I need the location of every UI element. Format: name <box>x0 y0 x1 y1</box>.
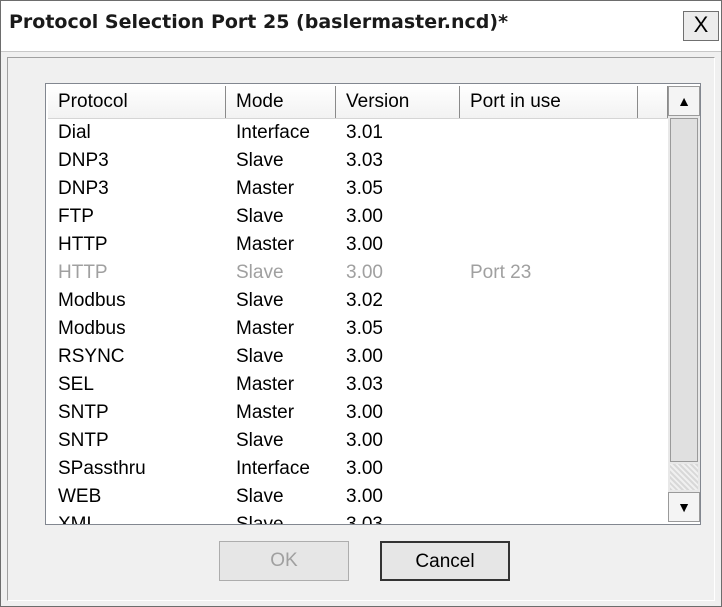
row-port-in-use <box>460 512 638 524</box>
column-header-version[interactable]: Version <box>336 86 460 118</box>
column-header-spacer <box>638 86 668 118</box>
row-mode: Slave <box>236 150 284 171</box>
row-protocol: Dial <box>58 122 91 143</box>
close-icon: X <box>693 12 709 37</box>
list-row[interactable]: HTTP Slave 3.00 Port 23 <box>48 260 668 288</box>
row-version: 3.03 <box>346 150 383 171</box>
row-port-in-use <box>460 176 638 204</box>
column-header-protocol[interactable]: Protocol <box>48 86 226 118</box>
list-rows: Dial Interface 3.01 DNP3 Slave 3.03 DNP3 Master… <box>48 120 668 525</box>
row-port-in-use <box>460 400 638 428</box>
protocol-selection-dialog: Protocol Selection Port 25 (baslermaster… <box>0 0 722 607</box>
row-version: 3.01 <box>346 122 383 143</box>
row-port-in-use <box>460 148 638 176</box>
row-version: 3.00 <box>346 346 383 367</box>
row-version: 3.02 <box>346 290 383 311</box>
row-protocol: WEB <box>58 486 102 507</box>
cancel-button[interactable]: Cancel <box>380 541 510 581</box>
row-port-in-use <box>460 288 638 316</box>
row-protocol: XML <box>58 514 98 525</box>
row-mode: Slave <box>236 430 284 451</box>
row-port-in-use <box>460 372 638 400</box>
row-mode: Slave <box>236 290 284 311</box>
row-mode: Slave <box>236 262 284 283</box>
row-protocol: SNTP <box>58 402 109 423</box>
row-protocol: DNP3 <box>58 178 109 199</box>
scroll-up-button[interactable]: ▲ <box>668 86 700 116</box>
row-version: 3.05 <box>346 178 383 199</box>
close-button[interactable]: X <box>683 11 719 41</box>
row-protocol: SEL <box>58 374 94 395</box>
list-row[interactable]: DNP3 Master 3.05 <box>48 176 668 204</box>
list-row[interactable]: SNTP Slave 3.00 <box>48 428 668 456</box>
list-row[interactable]: RSYNC Slave 3.00 <box>48 344 668 372</box>
list-row[interactable]: SNTP Master 3.00 <box>48 400 668 428</box>
row-version: 3.00 <box>346 206 383 227</box>
list-row[interactable]: FTP Slave 3.00 <box>48 204 668 232</box>
row-mode: Master <box>236 318 295 339</box>
row-port-in-use <box>460 456 638 484</box>
list-row[interactable]: HTTP Master 3.00 <box>48 232 668 260</box>
row-version: 3.00 <box>346 430 383 451</box>
row-protocol: SPassthru <box>58 458 146 479</box>
row-protocol: SNTP <box>58 430 109 451</box>
scroll-up-arrow-icon: ▲ <box>677 93 691 109</box>
row-version: 3.00 <box>346 486 383 507</box>
row-port-in-use <box>460 232 638 260</box>
row-mode: Master <box>236 178 295 199</box>
column-header-mode[interactable]: Mode <box>226 86 336 118</box>
row-version: 3.03 <box>346 514 383 525</box>
row-protocol: Modbus <box>58 318 126 339</box>
row-port-in-use <box>460 316 638 344</box>
row-mode: Master <box>236 374 295 395</box>
row-port-in-use <box>460 120 638 148</box>
list-header: Protocol Mode Version Port in use <box>48 86 668 119</box>
title-bar: Protocol Selection Port 25 (baslermaster… <box>1 1 721 52</box>
row-mode: Slave <box>236 346 284 367</box>
row-mode: Slave <box>236 486 284 507</box>
list-row[interactable]: DNP3 Slave 3.03 <box>48 148 668 176</box>
scroll-down-button[interactable]: ▼ <box>668 492 700 522</box>
list-row[interactable]: Modbus Slave 3.02 <box>48 288 668 316</box>
vertical-scrollbar[interactable]: ▲ ▼ <box>668 86 700 522</box>
row-protocol: HTTP <box>58 262 108 283</box>
list-row[interactable]: Dial Interface 3.01 <box>48 120 668 148</box>
scrollbar-track[interactable] <box>670 464 698 490</box>
row-version: 3.00 <box>346 402 383 423</box>
row-protocol: Modbus <box>58 290 126 311</box>
row-protocol: FTP <box>58 206 94 227</box>
row-version: 3.05 <box>346 318 383 339</box>
row-protocol: HTTP <box>58 234 108 255</box>
row-mode: Slave <box>236 514 284 525</box>
list-row[interactable]: WEB Slave 3.00 <box>48 484 668 512</box>
row-port-in-use <box>460 344 638 372</box>
row-version: 3.00 <box>346 458 383 479</box>
row-mode: Interface <box>236 122 310 143</box>
row-version: 3.03 <box>346 374 383 395</box>
column-header-port-in-use[interactable]: Port in use <box>460 86 638 118</box>
row-version: 3.00 <box>346 262 383 283</box>
ok-button[interactable]: OK <box>219 541 349 581</box>
row-mode: Interface <box>236 458 310 479</box>
list-row[interactable]: SEL Master 3.03 <box>48 372 668 400</box>
row-mode: Master <box>236 402 295 423</box>
row-port-in-use <box>460 428 638 456</box>
row-port-in-use <box>460 484 638 512</box>
scroll-down-arrow-icon: ▼ <box>677 499 691 515</box>
row-protocol: DNP3 <box>58 150 109 171</box>
row-mode: Slave <box>236 206 284 227</box>
row-port-in-use: Port 23 <box>470 262 532 283</box>
list-row[interactable]: Modbus Master 3.05 <box>48 316 668 344</box>
list-row[interactable]: XML Slave 3.03 <box>48 512 668 525</box>
row-version: 3.00 <box>346 234 383 255</box>
scrollbar-thumb[interactable] <box>670 118 698 462</box>
row-port-in-use <box>460 204 638 232</box>
window-title: Protocol Selection Port 25 (baslermaster… <box>9 11 509 33</box>
row-mode: Master <box>236 234 295 255</box>
list-row[interactable]: SPassthru Interface 3.00 <box>48 456 668 484</box>
row-protocol: RSYNC <box>58 346 125 367</box>
protocol-list[interactable]: Protocol Mode Version Port in use Dial In… <box>45 83 701 525</box>
